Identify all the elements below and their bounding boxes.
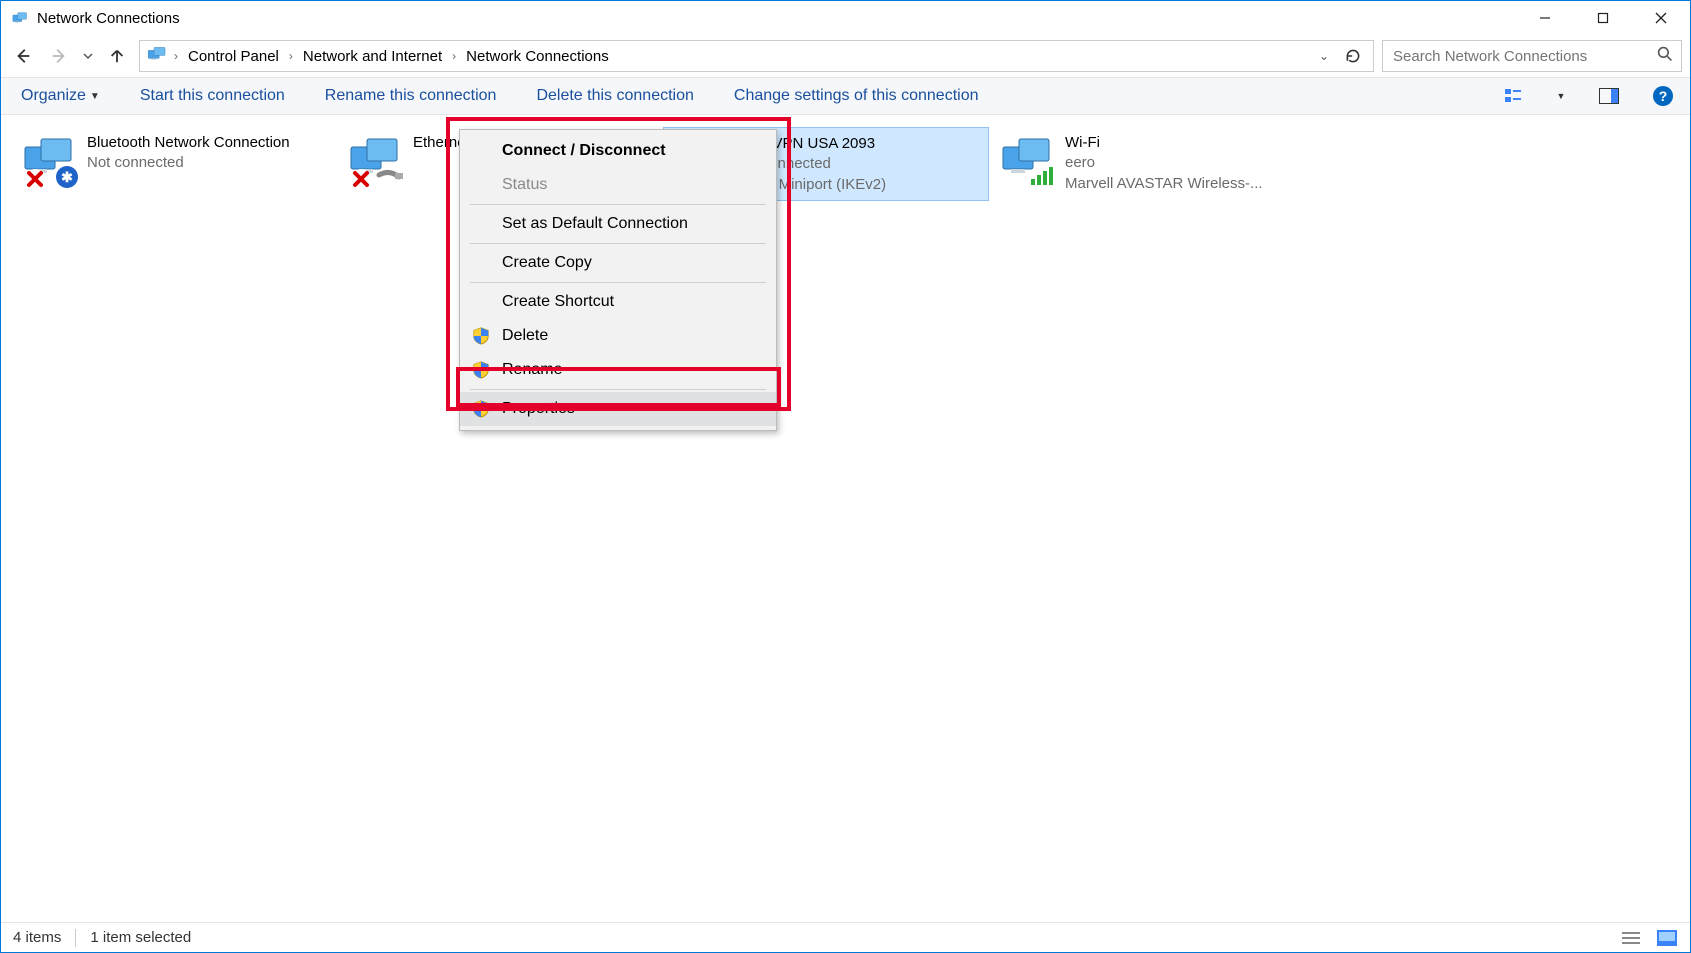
menu-item-label: Properties xyxy=(502,400,575,418)
breadcrumb-item[interactable]: Network and Internet xyxy=(299,46,446,67)
menu-item-label: Set as Default Connection xyxy=(502,215,688,233)
svg-text:✱: ✱ xyxy=(61,169,73,185)
chevron-down-icon: ▼ xyxy=(1557,91,1566,101)
connection-icon xyxy=(345,133,405,189)
menu-item[interactable]: Rename xyxy=(460,353,776,387)
cmd-organize[interactable]: Organize ▼ xyxy=(15,83,106,109)
uac-shield-icon xyxy=(470,327,492,345)
search-box[interactable] xyxy=(1382,40,1682,72)
chevron-right-icon: › xyxy=(289,49,293,63)
menu-item[interactable]: Create Copy xyxy=(460,246,776,280)
uac-shield-icon xyxy=(470,400,492,418)
context-menu: Connect / Disconnect Status Set as Default… xyxy=(459,129,777,431)
chevron-right-icon: › xyxy=(174,49,178,63)
item-name: Bluetooth Network Connection xyxy=(87,133,290,153)
menu-separator xyxy=(470,282,766,283)
cmd-start-connection[interactable]: Start this connection xyxy=(134,83,291,109)
item-name: Wi-Fi xyxy=(1065,133,1263,153)
breadcrumb-item[interactable]: Network Connections xyxy=(462,46,613,67)
status-separator xyxy=(75,929,76,947)
menu-item-label: Create Copy xyxy=(502,254,592,272)
content-pane[interactable]: ✱ Bluetooth Network Connection Not conne… xyxy=(1,115,1690,922)
connection-item[interactable]: Wi-Fi eero Marvell AVASTAR Wireless-... xyxy=(989,127,1315,201)
items-view: ✱ Bluetooth Network Connection Not conne… xyxy=(1,115,1690,213)
breadcrumb-root-icon xyxy=(146,45,168,67)
item-device: Marvell AVASTAR Wireless-... xyxy=(1065,174,1263,194)
window-title: Network Connections xyxy=(37,10,180,27)
title-bar: Network Connections xyxy=(1,1,1690,35)
menu-item[interactable]: Properties xyxy=(460,392,776,426)
refresh-button[interactable] xyxy=(1339,42,1367,70)
menu-item-label: Connect / Disconnect xyxy=(502,142,666,160)
command-bar: Organize ▼ Start this connection Rename … xyxy=(1,77,1690,115)
status-selection: 1 item selected xyxy=(90,929,191,946)
close-button[interactable] xyxy=(1632,1,1690,35)
maximize-button[interactable] xyxy=(1574,1,1632,35)
connection-item[interactable]: ✱ Bluetooth Network Connection Not conne… xyxy=(11,127,337,201)
connection-icon: ✱ xyxy=(19,133,79,189)
nav-back-button[interactable] xyxy=(9,42,37,70)
view-options-chevron[interactable]: ▼ xyxy=(1554,83,1568,109)
cmd-rename-connection[interactable]: Rename this connection xyxy=(319,83,503,109)
cmd-delete-connection[interactable]: Delete this connection xyxy=(530,83,699,109)
large-icons-view-button[interactable] xyxy=(1656,929,1678,947)
uac-shield-icon xyxy=(470,361,492,379)
window-frame: Network Connections › Con xyxy=(0,0,1691,953)
connection-icon xyxy=(997,133,1057,189)
cmd-organize-label: Organize xyxy=(21,87,86,105)
view-options-button[interactable] xyxy=(1500,83,1526,109)
status-item-count: 4 items xyxy=(13,929,61,946)
minimize-button[interactable] xyxy=(1516,1,1574,35)
search-input[interactable] xyxy=(1391,47,1651,66)
address-history-chevron[interactable]: ⌄ xyxy=(1315,49,1333,63)
menu-item[interactable]: Delete xyxy=(460,319,776,353)
menu-item-label: Rename xyxy=(502,361,562,379)
help-icon: ? xyxy=(1653,86,1673,106)
address-bar[interactable]: › Control Panel › Network and Internet ›… xyxy=(139,40,1374,72)
nav-recent-button[interactable] xyxy=(81,42,95,70)
menu-separator xyxy=(470,204,766,205)
nav-up-button[interactable] xyxy=(103,42,131,70)
preview-pane-button[interactable] xyxy=(1596,83,1622,109)
menu-separator xyxy=(470,243,766,244)
chevron-down-icon: ▼ xyxy=(90,91,100,102)
search-icon[interactable] xyxy=(1657,46,1673,66)
menu-separator xyxy=(470,389,766,390)
nav-bar: › Control Panel › Network and Internet ›… xyxy=(1,35,1690,77)
cmd-change-settings[interactable]: Change settings of this connection xyxy=(728,83,985,109)
menu-item[interactable]: Create Shortcut xyxy=(460,285,776,319)
status-bar: 4 items 1 item selected xyxy=(1,922,1690,952)
menu-item-label: Delete xyxy=(502,327,548,345)
help-button[interactable]: ? xyxy=(1650,83,1676,109)
item-status: eero xyxy=(1065,153,1263,173)
details-view-button[interactable] xyxy=(1620,929,1642,947)
nav-forward-button[interactable] xyxy=(45,42,73,70)
app-icon xyxy=(11,9,29,27)
menu-item[interactable]: Set as Default Connection xyxy=(460,207,776,241)
menu-item-label: Status xyxy=(502,176,547,194)
menu-item-label: Create Shortcut xyxy=(502,293,614,311)
menu-item: Status xyxy=(460,168,776,202)
menu-item[interactable]: Connect / Disconnect xyxy=(460,134,776,168)
breadcrumb-item[interactable]: Control Panel xyxy=(184,46,283,67)
item-status: Not connected xyxy=(87,153,290,173)
chevron-right-icon: › xyxy=(452,49,456,63)
